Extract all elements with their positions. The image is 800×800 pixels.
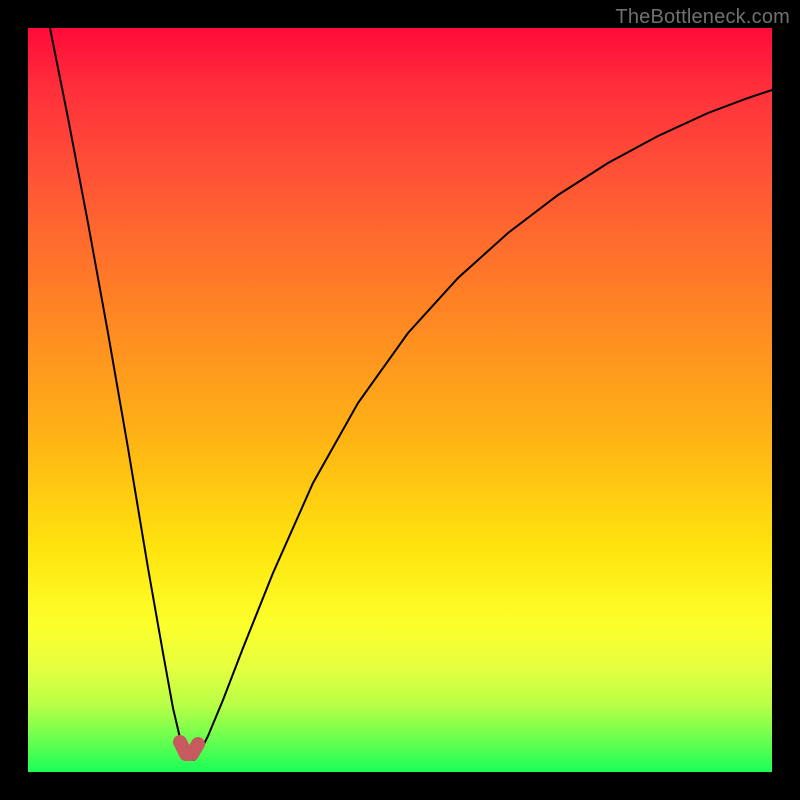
curve-svg	[28, 28, 772, 772]
chart-frame: TheBottleneck.com	[0, 0, 800, 800]
chart-plot-area	[28, 28, 772, 772]
bottleneck-curve	[50, 28, 772, 760]
valley-marker	[180, 742, 198, 754]
watermark-text: TheBottleneck.com	[615, 6, 790, 29]
